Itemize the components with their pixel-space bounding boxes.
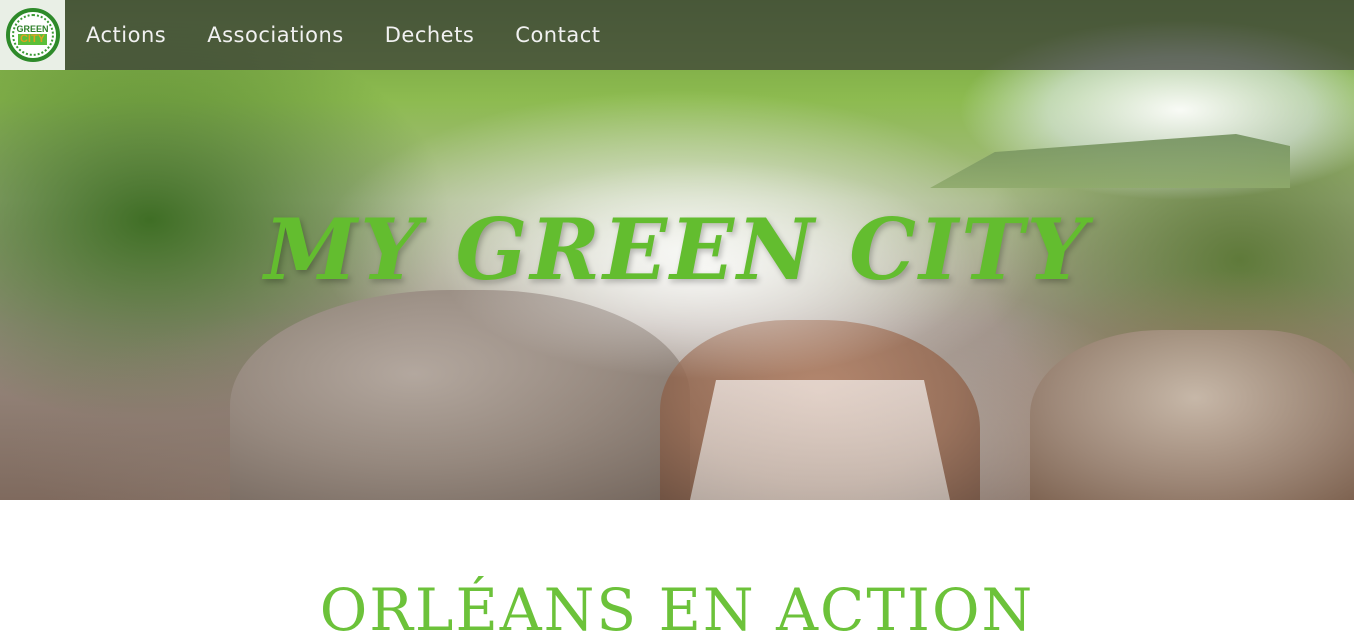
logo-text-line2: CITY <box>17 33 48 45</box>
hero-waterfall <box>690 380 950 500</box>
green-city-logo-icon: GREEN CITY <box>5 8 60 62</box>
hero-mountain <box>930 134 1290 188</box>
hero-banner: MY GREEN CITY <box>0 0 1354 500</box>
nav-link-contact[interactable]: Contact <box>515 23 600 47</box>
site-logo[interactable]: GREEN CITY <box>0 0 65 70</box>
hero-title: MY GREEN CITY <box>264 200 1090 299</box>
section-title: ORLÉANS EN ACTION <box>319 576 1035 644</box>
nav-link-actions[interactable]: Actions <box>86 23 166 47</box>
nav-link-associations[interactable]: Associations <box>207 23 344 47</box>
logo-text-line1: GREEN <box>16 24 49 34</box>
nav-links: Actions Associations Dechets Contact <box>86 23 641 47</box>
hero-rock-right <box>1030 330 1354 500</box>
top-navbar: GREEN CITY Actions Associations Dechets … <box>0 0 1354 70</box>
nav-link-dechets[interactable]: Dechets <box>385 23 475 47</box>
